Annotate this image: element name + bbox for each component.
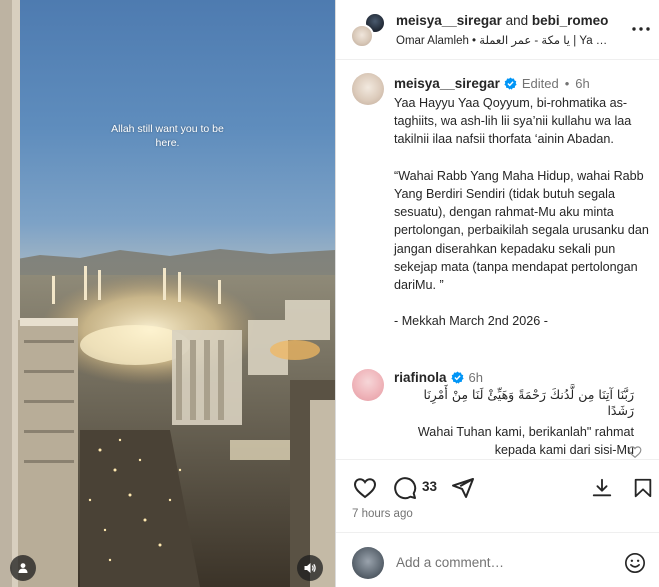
share-button[interactable] <box>450 475 476 501</box>
heart-icon <box>353 478 377 499</box>
comment-button[interactable] <box>392 475 418 501</box>
commenter-username-link[interactable]: riafinola <box>394 370 447 385</box>
header-usernames: meisya__siregar and bebi_romeo <box>396 13 608 28</box>
current-user-avatar <box>352 547 384 579</box>
collab-avatars[interactable] <box>350 12 386 48</box>
comment-arabic-text: رَبَّنَا آتِنَا مِن لَّدُنكَ رَحْمَةً وَ… <box>423 387 634 418</box>
speaker-icon <box>304 563 316 573</box>
caption-edited-label: Edited <box>521 76 559 91</box>
comment-icon <box>394 477 417 500</box>
post-actions-bar: 33 7 hours ago <box>336 461 659 531</box>
send-icon <box>452 478 474 498</box>
post-media[interactable]: Allah still want you to be here. <box>0 0 335 587</box>
caption-username-link[interactable]: meisya__siregar <box>394 76 500 91</box>
caption-header: meisya__siregar Edited • 6h <box>394 76 590 91</box>
download-button[interactable] <box>589 475 615 501</box>
more-horizontal-icon <box>632 27 650 31</box>
caption-paragraph: - Mekkah March 2nd 2026 - <box>394 314 548 329</box>
comment-time[interactable]: 6h <box>469 370 483 385</box>
emoji-icon[interactable] <box>624 552 646 574</box>
user-tag-button[interactable] <box>10 555 36 581</box>
caption-text: Yaa Hayyu Yaa Qoyyum, bi-rohmatika as-ta… <box>394 94 652 349</box>
more-options-button[interactable] <box>630 18 652 40</box>
add-comment-bar <box>336 532 659 587</box>
download-icon <box>592 478 612 497</box>
verified-badge-icon <box>450 371 464 384</box>
commenter-avatar[interactable] <box>352 369 384 401</box>
author-username-link[interactable]: meisya__siregar <box>396 13 502 28</box>
user-icon <box>18 563 28 573</box>
comment-like-heart-icon[interactable] <box>628 445 642 459</box>
collaborator-username-link[interactable]: bebi_romeo <box>532 13 609 28</box>
avatar-author[interactable] <box>350 24 374 48</box>
bookmark-icon <box>634 478 652 498</box>
comment-header: riafinola 6h <box>394 370 483 385</box>
post-header: meisya__siregar and bebi_romeo Omar Alam… <box>336 0 659 60</box>
post-time-ago[interactable]: 7 hours ago <box>352 508 413 520</box>
like-button[interactable] <box>352 475 378 501</box>
header-joiner: and <box>505 13 529 28</box>
post-side-panel: meisya__siregar and bebi_romeo Omar Alam… <box>335 0 659 587</box>
verified-badge-icon <box>504 77 517 90</box>
comment-count: 33 <box>422 479 438 494</box>
comments-scroll-area[interactable]: meisya__siregar Edited • 6h Yaa Hayyu Ya… <box>336 61 659 460</box>
caption-paragraph: “Wahai Rabb Yang Maha Hidup, wahai Rabb … <box>394 168 649 293</box>
add-comment-input[interactable] <box>396 551 616 573</box>
audio-toggle-button[interactable] <box>297 555 323 581</box>
caption-time[interactable]: 6h <box>575 76 589 91</box>
caption-dot: • <box>564 76 570 91</box>
mecca-cityscape-image <box>0 0 335 587</box>
audio-attribution-link[interactable]: Omar Alamleh • يا مكة - عمر العملة | Ya … <box>396 33 622 47</box>
caption-paragraph: Yaa Hayyu Yaa Qoyyum, bi-rohmatika as-ta… <box>394 96 632 147</box>
save-button[interactable] <box>630 475 656 501</box>
caption-author-avatar[interactable] <box>352 73 384 105</box>
comment-translation-text: Wahai Tuhan kami, berikanlah" rahmat kep… <box>417 425 634 457</box>
media-overlay-text: Allah still want you to be here. <box>111 123 224 149</box>
